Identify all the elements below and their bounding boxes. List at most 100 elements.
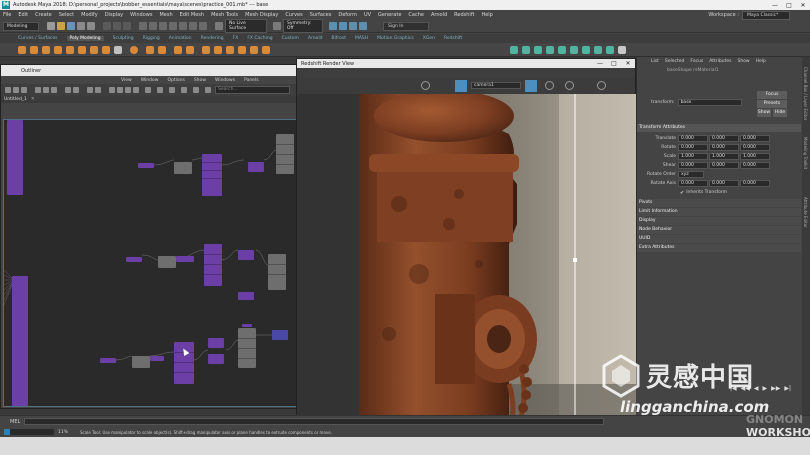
new-scene-icon[interactable] bbox=[47, 22, 55, 30]
hypershade-icon[interactable] bbox=[359, 22, 367, 30]
presets-button[interactable]: Presets bbox=[757, 100, 787, 108]
shelf-tab-rendering[interactable]: Rendering bbox=[201, 36, 224, 41]
layout-uv-icon[interactable] bbox=[606, 46, 614, 54]
graph-tab-close[interactable]: ✕ bbox=[31, 97, 35, 102]
rotate-axis-z-field[interactable]: 0.000 bbox=[740, 180, 770, 187]
separate-icon[interactable] bbox=[158, 46, 166, 54]
menu-surfaces[interactable]: Surfaces bbox=[310, 12, 332, 18]
mel-label[interactable]: MEL bbox=[10, 419, 20, 425]
graph-tab-untitled[interactable]: Untitled_1 bbox=[4, 97, 27, 102]
step-forward-key-icon[interactable]: ▶▶ bbox=[771, 385, 780, 392]
cut-uv-icon[interactable] bbox=[570, 46, 578, 54]
ae-menu-list[interactable]: List bbox=[651, 59, 659, 64]
shelf-tab-animation[interactable]: Animation bbox=[169, 36, 192, 41]
menu-mesh[interactable]: Mesh bbox=[159, 12, 172, 18]
node-layered-a[interactable] bbox=[174, 162, 192, 174]
shelf-tab-motion-graphics[interactable]: Motion Graphics bbox=[377, 36, 414, 41]
poly-plane-icon[interactable] bbox=[78, 46, 86, 54]
super-shape-icon[interactable] bbox=[114, 46, 122, 54]
camera-dropdown[interactable]: camera1 bbox=[471, 82, 521, 89]
boolean-icon[interactable] bbox=[186, 46, 194, 54]
rotate-y-field[interactable]: 0.000 bbox=[709, 144, 739, 151]
menu-generate[interactable]: Generate bbox=[378, 12, 401, 18]
node-texture-large-left[interactable] bbox=[7, 120, 23, 195]
pin-icon[interactable] bbox=[193, 87, 199, 93]
redo-icon[interactable] bbox=[87, 22, 95, 30]
combine-icon[interactable] bbox=[146, 46, 154, 54]
extrude-icon[interactable] bbox=[202, 46, 210, 54]
save-scene-icon[interactable] bbox=[67, 22, 75, 30]
menu-edit[interactable]: Edit bbox=[18, 12, 28, 18]
node-extra-c[interactable] bbox=[242, 324, 252, 327]
graph-output-icon[interactable] bbox=[21, 87, 27, 93]
snap-point-icon[interactable] bbox=[159, 22, 167, 30]
shear-z-field[interactable]: 0.000 bbox=[740, 162, 770, 169]
poly-cube-icon[interactable] bbox=[30, 46, 38, 54]
shelf-tab-custom[interactable]: Custom bbox=[282, 36, 299, 41]
section-extra-attributes[interactable]: Extra Attributes bbox=[637, 244, 801, 252]
shelf-tab-fx-caching[interactable]: FX Caching bbox=[247, 36, 272, 41]
node-material-a[interactable] bbox=[276, 134, 294, 174]
custom-mode-icon[interactable] bbox=[133, 87, 139, 93]
snap-pivot-icon[interactable] bbox=[199, 22, 207, 30]
shelf-tab-rigging[interactable]: Rigging bbox=[143, 36, 160, 41]
menu-modify[interactable]: Modify bbox=[81, 12, 98, 18]
render-current-icon[interactable] bbox=[329, 22, 337, 30]
go-to-end-icon[interactable]: ▶| bbox=[784, 385, 791, 392]
node-layered-b[interactable] bbox=[158, 256, 176, 268]
section-node-behavior[interactable]: Node Behavior bbox=[637, 226, 801, 234]
translate-y-field[interactable]: 0.000 bbox=[709, 135, 739, 142]
section-limit-information[interactable]: Limit Information bbox=[637, 208, 801, 216]
shelf-tab-xgen[interactable]: XGen bbox=[423, 36, 435, 41]
translate-x-field[interactable]: 0.000 bbox=[678, 135, 708, 142]
rotate-axis-x-field[interactable]: 0.000 bbox=[678, 180, 708, 187]
snap-surface-icon[interactable] bbox=[169, 22, 177, 30]
menu-curves[interactable]: Curves bbox=[285, 12, 302, 18]
ae-menu-selected[interactable]: Selected bbox=[665, 59, 685, 64]
inherits-checkbox-icon[interactable]: ✔ bbox=[680, 190, 684, 196]
frame-selected-icon[interactable] bbox=[73, 87, 79, 93]
shelf-tab-poly-modeling[interactable]: Poly Modeling bbox=[66, 36, 104, 41]
planar-map-icon[interactable] bbox=[522, 46, 530, 54]
remove-selected-icon[interactable] bbox=[43, 87, 49, 93]
section-pivots[interactable]: Pivots bbox=[637, 199, 801, 207]
scale-y-field[interactable]: 1.000 bbox=[709, 153, 739, 160]
snap-grid-toggle-icon[interactable] bbox=[95, 87, 101, 93]
section-display[interactable]: Display bbox=[637, 217, 801, 225]
node-search-input[interactable]: Search... bbox=[215, 86, 290, 94]
rotate-axis-y-field[interactable]: 0.000 bbox=[709, 180, 739, 187]
menu-edit-mesh[interactable]: Edit Mesh bbox=[180, 12, 204, 18]
graph-input-output-icon[interactable] bbox=[5, 87, 11, 93]
show-button[interactable]: Show bbox=[757, 109, 771, 117]
step-back-key-icon[interactable]: ◀◀ bbox=[741, 385, 750, 392]
uv-editor-icon[interactable] bbox=[510, 46, 518, 54]
color-picker-icon[interactable] bbox=[597, 81, 606, 90]
region-icon[interactable] bbox=[565, 81, 574, 90]
sew-uv-icon[interactable] bbox=[582, 46, 590, 54]
node-layered-c[interactable] bbox=[132, 356, 150, 368]
node-menu-show[interactable]: Show bbox=[194, 78, 206, 83]
menu-mesh-tools[interactable]: Mesh Tools bbox=[211, 12, 238, 18]
maximize-button[interactable]: □ bbox=[782, 2, 796, 9]
rotate-order-dropdown[interactable]: xyz bbox=[678, 171, 704, 178]
node-menu-view[interactable]: View bbox=[121, 78, 132, 83]
node-file-b[interactable] bbox=[204, 244, 222, 286]
quad-draw-icon[interactable] bbox=[262, 46, 270, 54]
menu-uv[interactable]: UV bbox=[364, 12, 371, 18]
node-menu-options[interactable]: Options bbox=[167, 78, 184, 83]
uv-shell-icon[interactable] bbox=[618, 46, 626, 54]
hide-button[interactable]: Hide bbox=[773, 109, 787, 117]
section-uuid[interactable]: UUID bbox=[637, 235, 801, 243]
shelf-tab-redshift[interactable]: Redshift bbox=[444, 36, 462, 41]
workspace-dropdown[interactable]: Maya Classic* bbox=[742, 10, 790, 20]
section-transform-attributes[interactable]: Transform Attributes bbox=[637, 124, 801, 132]
poly-cylinder-icon[interactable] bbox=[42, 46, 50, 54]
bridge-icon[interactable] bbox=[214, 46, 222, 54]
node-ramp-c[interactable] bbox=[150, 356, 164, 361]
rotate-z-field[interactable]: 0.000 bbox=[740, 144, 770, 151]
ae-menu-show[interactable]: Show bbox=[737, 59, 749, 64]
cylindrical-map-icon[interactable] bbox=[534, 46, 542, 54]
render-button-icon[interactable] bbox=[455, 80, 467, 92]
render-maximize-button[interactable]: □ bbox=[607, 60, 621, 67]
graph-input-icon[interactable] bbox=[13, 87, 19, 93]
